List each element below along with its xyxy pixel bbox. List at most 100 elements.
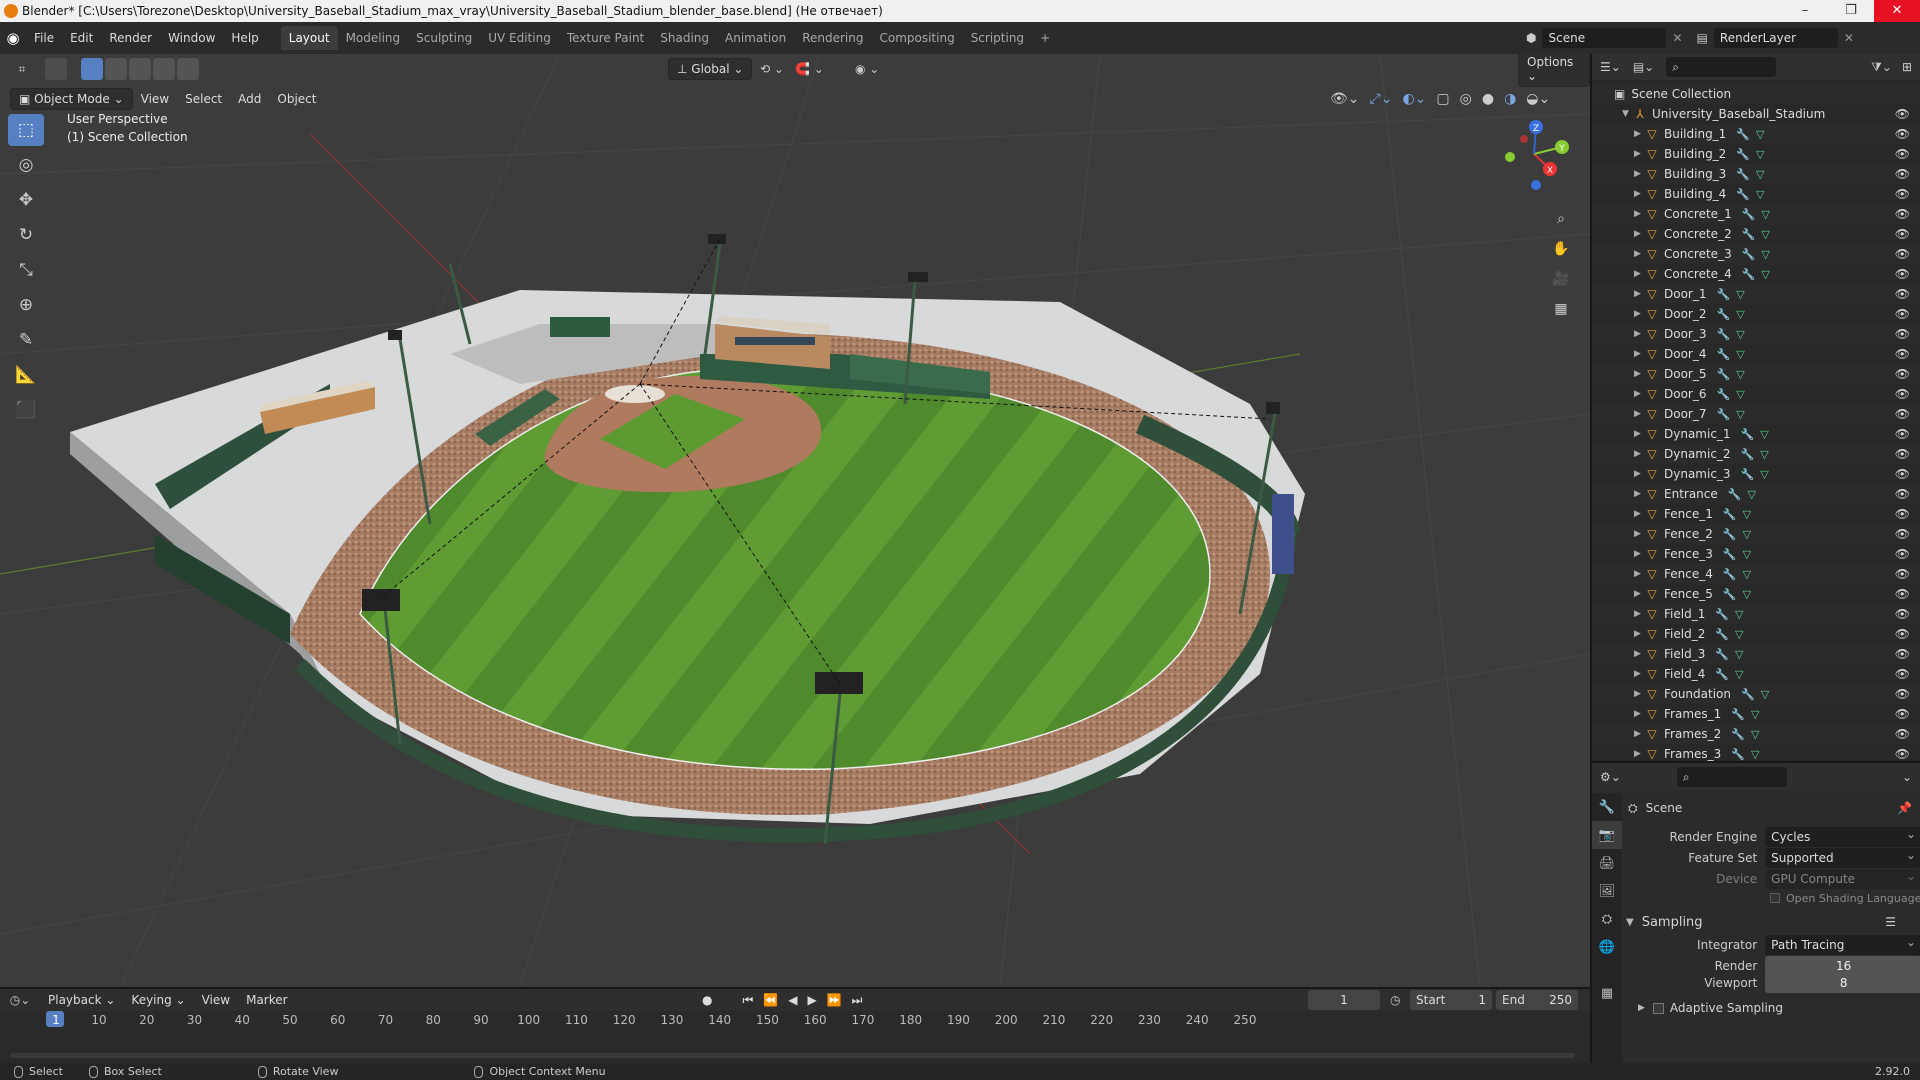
close-button[interactable]: ✕ bbox=[1874, 0, 1920, 22]
outliner-object-row[interactable]: ▶ ▽ Field_4 🔧 ▽ 👁 bbox=[1592, 664, 1920, 684]
visibility-eye-icon[interactable]: 👁 bbox=[1895, 447, 1910, 461]
menu-add[interactable]: Add bbox=[230, 89, 269, 109]
mesh-data-icon[interactable]: ▽ bbox=[1735, 608, 1743, 621]
annotate-tool[interactable]: ✎ bbox=[8, 324, 44, 356]
modifier-icon[interactable]: 🔧 bbox=[1736, 188, 1750, 201]
outliner-object-row[interactable]: ▶ ▽ Concrete_2 🔧 ▽ 👁 bbox=[1592, 224, 1920, 244]
mesh-data-icon[interactable]: ▽ bbox=[1761, 248, 1769, 261]
modifier-icon[interactable]: 🔧 bbox=[1715, 628, 1729, 641]
subtract-selection-icon[interactable] bbox=[129, 58, 151, 80]
editor-type-icon[interactable]: ⌗ bbox=[0, 62, 44, 77]
outliner-object-row[interactable]: ▶ ▽ Frames_1 🔧 ▽ 👁 bbox=[1592, 704, 1920, 724]
prev-keyframe-icon[interactable]: ⏪ bbox=[763, 993, 778, 1008]
visibility-eye-icon[interactable]: 👁 bbox=[1895, 587, 1910, 601]
intersect-selection-icon[interactable] bbox=[177, 58, 199, 80]
mesh-data-icon[interactable]: ▽ bbox=[1743, 588, 1751, 601]
view-layer-tab-icon[interactable]: 🖼 bbox=[1592, 877, 1622, 905]
mesh-data-icon[interactable]: ▽ bbox=[1756, 168, 1764, 181]
modifier-icon[interactable]: 🔧 bbox=[1717, 348, 1731, 361]
modifier-icon[interactable]: 🔧 bbox=[1717, 388, 1731, 401]
outliner-object-row[interactable]: ▶ ▽ Frames_2 🔧 ▽ 👁 bbox=[1592, 724, 1920, 744]
outliner-object-row[interactable]: ▶ ▽ Entrance 🔧 ▽ 👁 bbox=[1592, 484, 1920, 504]
snap-icon[interactable]: 🧲 ⌄ bbox=[795, 62, 824, 76]
collection-expand-icon[interactable]: ▼ bbox=[1622, 109, 1632, 119]
texture-tab-icon[interactable]: ▦ bbox=[1592, 979, 1622, 1007]
visibility-eye-icon[interactable]: 👁 bbox=[1895, 547, 1910, 561]
invert-selection-icon[interactable] bbox=[153, 58, 175, 80]
set-selection-icon[interactable] bbox=[81, 58, 103, 80]
wireframe-shading-icon[interactable]: ◎ bbox=[1460, 91, 1472, 107]
outliner-object-row[interactable]: ▶ ▽ Door_6 🔧 ▽ 👁 bbox=[1592, 384, 1920, 404]
display-mode-icon[interactable]: ▤⌄ bbox=[1633, 60, 1654, 74]
outliner-object-row[interactable]: ▶ ▽ Building_1 🔧 ▽ 👁 bbox=[1592, 124, 1920, 144]
view-layer-icon[interactable]: ▤ bbox=[1697, 31, 1708, 45]
expand-arrow-icon[interactable]: ▶ bbox=[1634, 129, 1644, 139]
scale-tool[interactable]: ⤡ bbox=[8, 254, 44, 286]
menu-window[interactable]: Window bbox=[160, 31, 223, 45]
visibility-eye-icon[interactable]: 👁 bbox=[1895, 327, 1910, 341]
mesh-data-icon[interactable]: ▽ bbox=[1743, 568, 1751, 581]
timeline-scrollbar[interactable] bbox=[10, 1053, 1575, 1058]
mesh-data-icon[interactable]: ▽ bbox=[1751, 748, 1759, 761]
visibility-eye-icon[interactable]: 👁 bbox=[1895, 207, 1910, 221]
outliner-editor-icon[interactable]: ☰⌄ bbox=[1600, 60, 1621, 74]
outliner-object-row[interactable]: ▶ ▽ Field_1 🔧 ▽ 👁 bbox=[1592, 604, 1920, 624]
feature-set-dropdown[interactable]: Supported bbox=[1765, 845, 1920, 868]
visibility-eye-icon[interactable]: 👁 bbox=[1895, 727, 1910, 741]
render-tab-icon[interactable]: 📷 bbox=[1592, 821, 1622, 849]
expand-arrow-icon[interactable]: ▶ bbox=[1634, 289, 1644, 299]
modifier-icon[interactable]: 🔧 bbox=[1736, 168, 1750, 181]
visibility-eye-icon[interactable]: 👁 bbox=[1895, 227, 1910, 241]
camera-view-icon[interactable]: 🎥 bbox=[1548, 266, 1574, 292]
outliner-object-row[interactable]: ▶ ▽ Concrete_4 🔧 ▽ 👁 bbox=[1592, 264, 1920, 284]
visibility-eye-icon[interactable]: 👁 bbox=[1895, 187, 1910, 201]
expand-arrow-icon[interactable]: ▶ bbox=[1634, 169, 1644, 179]
outliner-object-row[interactable]: ▶ ▽ Building_4 🔧 ▽ 👁 bbox=[1592, 184, 1920, 204]
visibility-eye-icon[interactable]: 👁 bbox=[1895, 467, 1910, 481]
outliner-object-row[interactable]: ▶ ▽ Door_5 🔧 ▽ 👁 bbox=[1592, 364, 1920, 384]
outliner-object-row[interactable]: ▶ ▽ Door_1 🔧 ▽ 👁 bbox=[1592, 284, 1920, 304]
object-mode-dropdown[interactable]: ▣ Object Mode ⌄ bbox=[10, 88, 133, 110]
visibility-eye-icon[interactable]: 👁 bbox=[1895, 687, 1910, 701]
collection-row[interactable]: ▼ ⅄ University_Baseball_Stadium 👁 bbox=[1592, 104, 1920, 124]
zoom-icon[interactable]: ⌕ bbox=[1548, 206, 1574, 232]
frame-ruler[interactable]: 1 10 20 30 40 50 60 70 80 90 100 110 120 130 140 150 160… bbox=[0, 1011, 1590, 1029]
modifier-icon[interactable]: 🔧 bbox=[1723, 548, 1737, 561]
tab-animation[interactable]: Animation bbox=[717, 26, 794, 50]
overlay-icon[interactable]: ◐⌄ bbox=[1402, 91, 1426, 107]
end-frame-field[interactable]: End 250 bbox=[1496, 990, 1578, 1010]
mesh-data-icon[interactable]: ▽ bbox=[1736, 368, 1744, 381]
options-dropdown[interactable]: Options ⌄ bbox=[1518, 54, 1590, 87]
modifier-icon[interactable]: 🔧 bbox=[1715, 668, 1729, 681]
maximize-button[interactable]: ❐ bbox=[1828, 0, 1874, 22]
menu-object[interactable]: Object bbox=[269, 89, 324, 109]
outliner-object-row[interactable]: ▶ ▽ Concrete_3 🔧 ▽ 👁 bbox=[1592, 244, 1920, 264]
expand-arrow-icon[interactable]: ▶ bbox=[1634, 229, 1644, 239]
outliner-object-row[interactable]: ▶ ▽ Dynamic_3 🔧 ▽ 👁 bbox=[1592, 464, 1920, 484]
integrator-dropdown[interactable]: Path Tracing bbox=[1765, 932, 1920, 955]
visibility-eye-icon[interactable]: 👁 bbox=[1895, 147, 1910, 161]
mesh-data-icon[interactable]: ▽ bbox=[1760, 448, 1768, 461]
mesh-data-icon[interactable]: ▽ bbox=[1756, 148, 1764, 161]
visibility-eye-icon[interactable]: 👁 bbox=[1895, 567, 1910, 581]
rotate-tool[interactable]: ↻ bbox=[8, 219, 44, 251]
presets-icon[interactable]: ☰ bbox=[1885, 915, 1896, 929]
expand-arrow-icon[interactable]: ▶ bbox=[1634, 569, 1644, 579]
mesh-data-icon[interactable]: ▽ bbox=[1743, 548, 1751, 561]
outliner-object-row[interactable]: ▶ ▽ Foundation 🔧 ▽ 👁 bbox=[1592, 684, 1920, 704]
modifier-icon[interactable]: 🔧 bbox=[1717, 308, 1731, 321]
tab-shading[interactable]: Shading bbox=[652, 26, 717, 50]
mesh-data-icon[interactable]: ▽ bbox=[1735, 668, 1743, 681]
visibility-eye-icon[interactable]: 👁 bbox=[1895, 427, 1910, 441]
material-shading-icon[interactable]: ◑ bbox=[1504, 91, 1516, 107]
visibility-eye-icon[interactable]: 👁 bbox=[1895, 307, 1910, 321]
world-tab-icon[interactable]: 🌐 bbox=[1592, 933, 1622, 961]
navigation-gizmo[interactable]: X Y Z bbox=[1492, 109, 1582, 199]
filter-icon[interactable]: ⧩⌄ bbox=[1871, 60, 1892, 75]
expand-arrow-icon[interactable]: ▶ bbox=[1634, 149, 1644, 159]
expand-arrow-icon[interactable]: ▶ bbox=[1634, 609, 1644, 619]
pan-hand-icon[interactable]: ✋ bbox=[1548, 236, 1574, 262]
menu-keying[interactable]: Keying ⌄ bbox=[123, 990, 193, 1010]
modifier-icon[interactable]: 🔧 bbox=[1728, 488, 1742, 501]
transform-orientation-dropdown[interactable]: ⊥ Global ⌄ bbox=[668, 58, 753, 80]
